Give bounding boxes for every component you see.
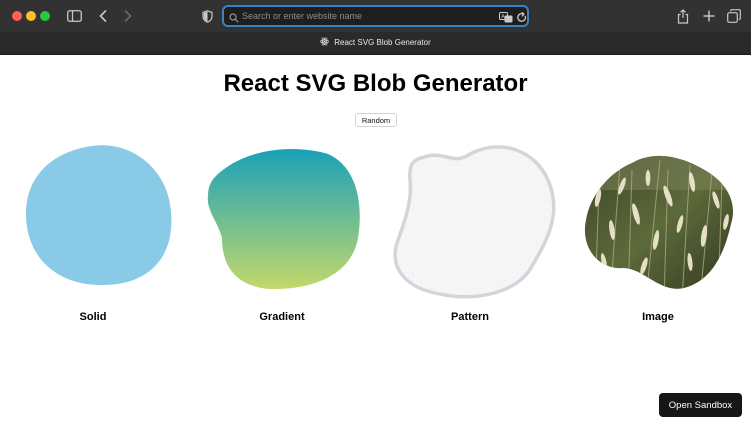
gradient-label: Gradient (259, 311, 305, 323)
tab-title: React SVG Blob Generator (334, 38, 431, 47)
image-label: Image (642, 311, 674, 323)
minimize-window-button[interactable] (26, 11, 36, 21)
page-title: React SVG Blob Generator (223, 70, 528, 97)
close-window-button[interactable] (12, 11, 22, 21)
sidebar-toggle-icon[interactable] (64, 6, 84, 26)
solid-label: Solid (79, 311, 107, 323)
url-input[interactable] (242, 8, 492, 24)
back-icon[interactable] (93, 6, 113, 26)
tab-bar: React SVG Blob Generator (0, 32, 751, 55)
svg-text:A: A (501, 14, 505, 20)
active-tab[interactable]: React SVG Blob Generator (0, 37, 751, 48)
pattern-blob (393, 145, 556, 299)
search-icon (229, 10, 239, 28)
random-button[interactable]: Random (355, 113, 397, 127)
share-icon[interactable] (673, 6, 693, 26)
open-sandbox-button[interactable]: Open Sandbox (659, 393, 742, 417)
gradient-blob (207, 149, 360, 290)
reload-icon[interactable] (517, 10, 527, 28)
image-blob (584, 155, 734, 289)
blobs-layer (26, 145, 734, 299)
react-logo-icon (320, 37, 330, 48)
forward-icon[interactable] (118, 6, 138, 26)
address-bar[interactable]: A (222, 5, 529, 27)
pattern-label: Pattern (451, 311, 489, 323)
tab-overview-icon[interactable] (724, 6, 744, 26)
solid-blob (26, 145, 172, 286)
browser-toolbar: A (0, 0, 751, 32)
translate-icon[interactable]: A (499, 10, 513, 28)
zoom-window-button[interactable] (40, 11, 50, 21)
privacy-shield-icon[interactable] (197, 6, 217, 26)
new-tab-icon[interactable] (699, 6, 719, 26)
